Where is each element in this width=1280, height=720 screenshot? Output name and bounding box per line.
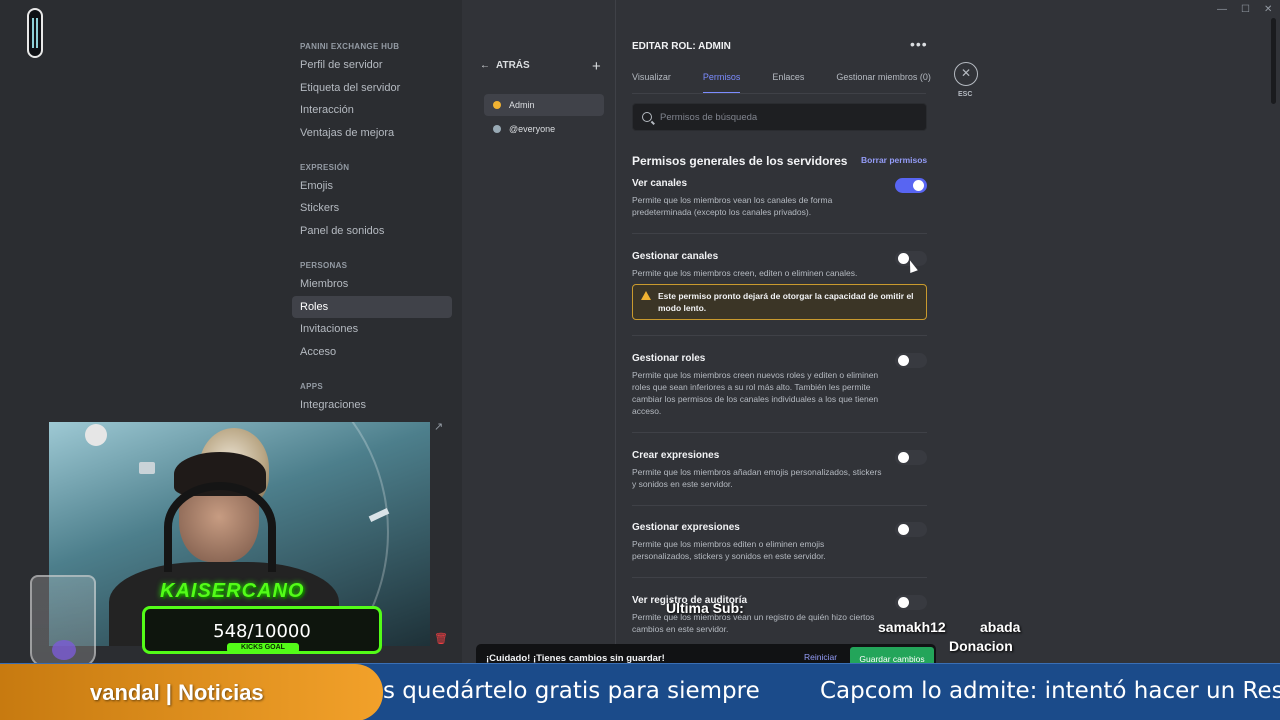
permission-create-expressions: Crear expresiones Permite que los miembr… <box>632 450 927 490</box>
divider <box>632 432 927 433</box>
kicks-goal-widget: 548/10000 KICKS GOAL <box>142 606 382 654</box>
search-input[interactable] <box>660 111 910 123</box>
nav-item-integrations[interactable]: Integraciones <box>292 394 452 417</box>
permission-manage-expressions: Gestionar expresiones Permite que los mi… <box>632 522 927 562</box>
warning-callout: Este permiso pronto dejará de otorgar la… <box>632 284 927 320</box>
role-item-everyone[interactable]: @everyone <box>484 118 604 140</box>
nav-item-invites[interactable]: Invitaciones <box>292 318 452 341</box>
permission-desc: Permite que los miembros creen, editen o… <box>632 268 858 278</box>
toggle-switch[interactable] <box>895 450 927 465</box>
permission-desc: Permite que los miembros editen o elimin… <box>632 539 826 561</box>
goal-count: 548/10000 <box>213 621 311 642</box>
close-icon[interactable]: ✕ <box>954 62 978 86</box>
divider <box>632 335 927 336</box>
scrollbar[interactable] <box>1271 18 1276 104</box>
permission-name: Crear expresiones <box>632 450 720 461</box>
app-logo <box>27 8 43 58</box>
nav-header-apps: APPS <box>300 381 323 391</box>
nav-item-emojis[interactable]: Emojis <box>292 175 452 198</box>
toggle-switch[interactable] <box>895 353 927 368</box>
nav-item-engagement[interactable]: Interacción <box>292 99 452 122</box>
warning-text: Este permiso pronto dejará de otorgar la… <box>658 291 914 313</box>
ticker-brand: vandal | Noticias <box>0 664 383 720</box>
nav-item-server-profile[interactable]: Perfil de servidor <box>292 54 452 77</box>
trash-icon[interactable]: 🗑 <box>434 632 448 645</box>
external-link-icon[interactable]: ↗ <box>434 420 446 433</box>
unsaved-message: ¡Cuidado! ¡Tienes cambios sin guardar! <box>486 652 665 664</box>
tab-manage-members[interactable]: Gestionar miembros (0) <box>836 70 931 94</box>
ticker-headline: Capcom lo admite: intentó hacer un Resi <box>820 678 1280 704</box>
nav-header-expression: EXPRESIÓN <box>300 162 350 172</box>
toggle-switch[interactable] <box>895 595 927 610</box>
role-tabs: Visualizar Permisos Enlaces Gestionar mi… <box>632 70 963 94</box>
roles-list-panel: ← ATRÁS + Admin @everyone <box>462 0 616 720</box>
ticker-brand-label: vandal | Noticias <box>90 680 264 705</box>
warning-icon <box>641 291 651 300</box>
last-sub-label: Última Sub: <box>666 600 744 616</box>
nav-item-roles[interactable]: Roles <box>292 295 452 319</box>
maximize-icon[interactable]: ☐ <box>1241 4 1250 15</box>
streamer-name: KAISERCANO <box>160 580 305 602</box>
tab-display[interactable]: Visualizar <box>632 70 671 94</box>
role-name: Admin <box>509 100 535 110</box>
more-options-icon[interactable]: ••• <box>910 36 928 52</box>
nav-item-boost-perks[interactable]: Ventajas de mejora <box>292 122 452 145</box>
nav-item-stickers[interactable]: Stickers <box>292 197 452 220</box>
tab-links[interactable]: Enlaces <box>772 70 804 94</box>
section-title: Permisos generales de los servidores <box>632 154 848 168</box>
role-item-admin[interactable]: Admin <box>484 94 604 116</box>
permission-manage-roles: Gestionar roles Permite que los miembros… <box>632 353 927 417</box>
donation-label: Donacion <box>949 638 1013 654</box>
permission-name: Gestionar expresiones <box>632 522 740 533</box>
news-ticker: s quedártelo gratis para siempre Capcom … <box>0 663 1280 720</box>
divider <box>632 577 927 578</box>
back-button[interactable]: ← ATRÁS <box>480 60 530 71</box>
nav-item-server-tag[interactable]: Etiqueta del servidor <box>292 77 452 100</box>
clear-permissions-link[interactable]: Borrar permisos <box>861 155 927 165</box>
search-icon <box>642 112 652 122</box>
role-color-dot <box>493 101 501 109</box>
tabs-divider <box>632 93 926 94</box>
tip-jar-item <box>52 640 76 660</box>
divider <box>632 505 927 506</box>
close-window-icon[interactable]: ✕ <box>1264 4 1272 15</box>
nav-header-people: PERSONAS <box>300 260 348 270</box>
arrow-left-icon: ← <box>480 60 490 71</box>
permission-view-channels: Ver canales Permite que los miembros vea… <box>632 178 927 218</box>
toggle-switch[interactable] <box>895 178 927 193</box>
esc-label: ESC <box>958 91 973 98</box>
permission-manage-channels: Gestionar canales Permite que los miembr… <box>632 251 927 279</box>
nav-header-server: PANINI EXCHANGE HUB <box>300 42 400 51</box>
screen: PANINI EXCHANGE HUB Perfil de servidor E… <box>0 0 1280 720</box>
permission-desc: Permite que los miembros vean los canale… <box>632 195 833 217</box>
headphones-icon <box>164 482 276 572</box>
back-label: ATRÁS <box>496 60 530 71</box>
settings-nav: PANINI EXCHANGE HUB Perfil de servidor E… <box>292 34 452 416</box>
nav-item-access[interactable]: Acceso <box>292 341 452 364</box>
minimize-icon[interactable]: — <box>1217 4 1227 15</box>
donation-name: abada <box>980 619 1021 635</box>
divider <box>632 233 927 234</box>
permission-name: Gestionar roles <box>632 353 706 364</box>
ticker-headline: s quedártelo gratis para siempre <box>383 678 760 704</box>
nav-item-soundboard[interactable]: Panel de sonidos <box>292 220 452 243</box>
permission-search <box>632 103 927 131</box>
page-title: EDITAR ROL: ADMIN <box>632 41 731 52</box>
permission-name: Ver canales <box>632 178 688 189</box>
permission-desc: Permite que los miembros creen nuevos ro… <box>632 370 879 416</box>
permission-name: Gestionar canales <box>632 251 719 262</box>
nav-item-members[interactable]: Miembros <box>292 273 452 296</box>
tab-permissions[interactable]: Permisos <box>702 70 741 94</box>
last-sub-name: samakh12 <box>878 619 946 635</box>
toggle-switch[interactable] <box>895 522 927 537</box>
role-color-dot <box>493 125 501 133</box>
permission-desc: Permite que los miembros añadan emojis p… <box>632 467 882 489</box>
plus-icon[interactable]: + <box>592 58 601 75</box>
goal-label: KICKS GOAL <box>227 643 299 653</box>
reset-button[interactable]: Reiniciar <box>804 652 837 662</box>
role-name: @everyone <box>509 124 556 134</box>
